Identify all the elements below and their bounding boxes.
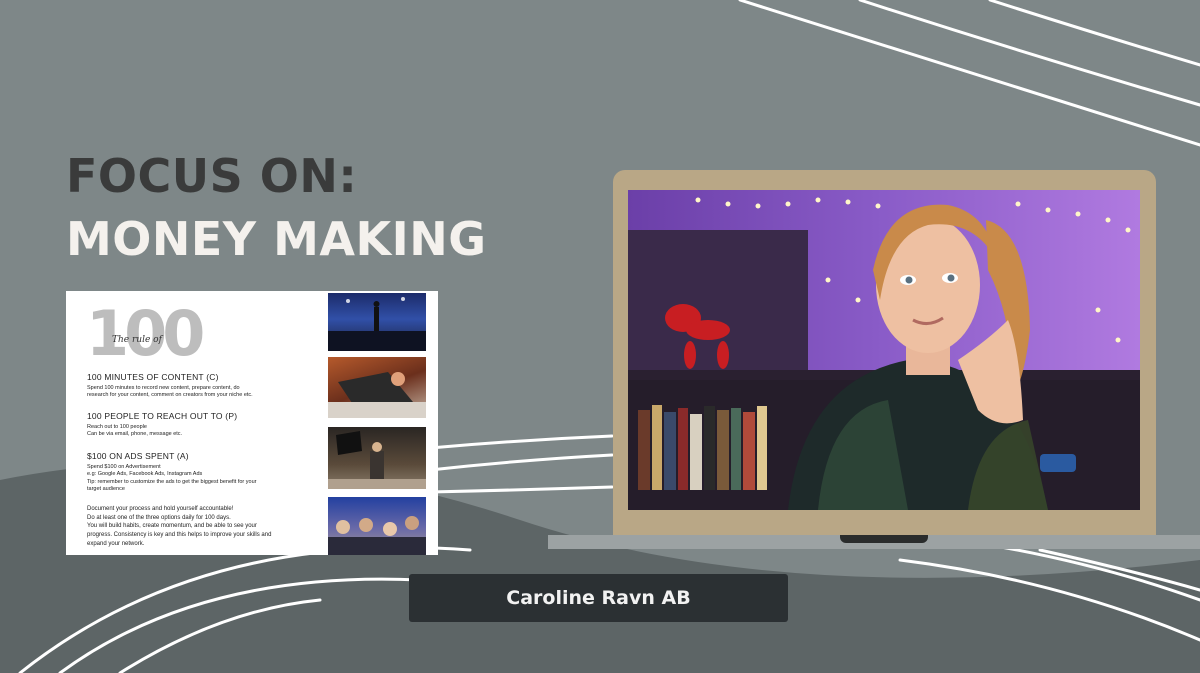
smartwatch [1040,454,1076,472]
heading-line-2: MONEY MAKING [66,212,487,266]
section-body: Reach out to 100 people Can be via email… [87,424,183,438]
presenter-name-badge: Caroline Ravn AB [409,574,788,622]
rule-of-100-document: 100 The rule of 100 MINUTES OF CONTENT (… [66,291,438,555]
section-body: Spend $100 on Advertisement e.g: Google … [87,464,257,493]
laptop-notch [840,535,928,543]
presenter-video-frame [628,190,1140,510]
laptop-screen-video [628,190,1140,510]
section-ads: $100 ON ADS SPENT (A) Spend $100 on Adve… [87,451,323,494]
heading-line-1: FOCUS ON: [66,149,358,203]
section-body: Spend 100 minutes to record new content,… [87,385,253,399]
section-title: $100 ON ADS SPENT (A) [87,451,189,461]
closing-paragraph: Document your process and hold yourself … [87,506,272,547]
section-people: 100 PEOPLE TO REACH OUT TO (P) Reach out… [87,411,323,439]
section-title: 100 PEOPLE TO REACH OUT TO (P) [87,411,238,421]
photo-audience-crowd [328,497,426,555]
big-number: 100 [86,297,205,370]
rule-of-label: The rule of [112,335,162,345]
photo-studio-setup [328,427,426,489]
photo-stage-event [328,293,426,351]
section-content: 100 MINUTES OF CONTENT (C) Spend 100 min… [87,372,323,400]
section-title: 100 MINUTES OF CONTENT (C) [87,372,219,382]
document-text-column: 100 The rule of 100 MINUTES OF CONTENT (… [66,291,328,555]
photo-laptop-work [328,357,426,418]
